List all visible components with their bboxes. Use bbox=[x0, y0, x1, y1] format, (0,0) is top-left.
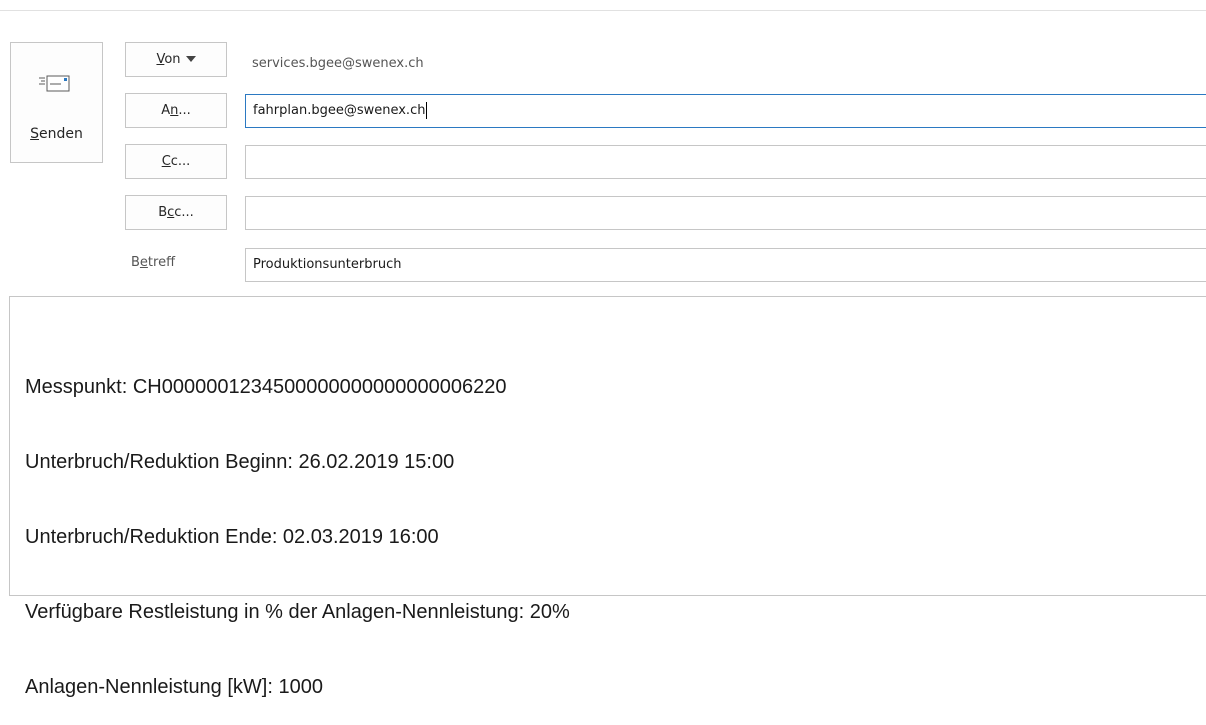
subject-label: Betreff bbox=[131, 255, 176, 270]
text-cursor bbox=[426, 102, 428, 119]
message-body-text: Messpunkt: CH000000123450000000000000000… bbox=[25, 325, 570, 725]
send-mail-icon bbox=[39, 75, 70, 92]
to-input[interactable]: fahrplan.bgee@swenex.ch bbox=[245, 94, 1206, 128]
cc-input[interactable] bbox=[245, 145, 1206, 179]
from-button[interactable]: Von bbox=[125, 42, 227, 77]
body-line: Unterbruch/Reduktion Ende: 02.03.2019 16… bbox=[25, 526, 439, 548]
send-label: Senden bbox=[30, 126, 83, 142]
body-line: Verfügbare Restleistung in % der Anlagen… bbox=[25, 601, 570, 623]
body-line: Messpunkt: CH000000123450000000000000000… bbox=[25, 376, 507, 398]
bcc-button[interactable]: Bcc... bbox=[125, 195, 227, 230]
to-button[interactable]: An... bbox=[125, 93, 227, 128]
cc-button[interactable]: Cc... bbox=[125, 144, 227, 179]
from-address: services.bgee@swenex.ch bbox=[252, 56, 424, 71]
bcc-input[interactable] bbox=[245, 196, 1206, 230]
body-line: Unterbruch/Reduktion Beginn: 26.02.2019 … bbox=[25, 451, 455, 473]
subject-input[interactable]: Produktionsunterbruch bbox=[245, 248, 1206, 282]
body-line: Anlagen-Nennleistung [kW]: 1000 bbox=[25, 676, 323, 698]
chevron-down-icon bbox=[185, 55, 196, 62]
send-button[interactable]: Senden bbox=[10, 42, 103, 163]
ribbon-divider bbox=[0, 10, 1206, 11]
